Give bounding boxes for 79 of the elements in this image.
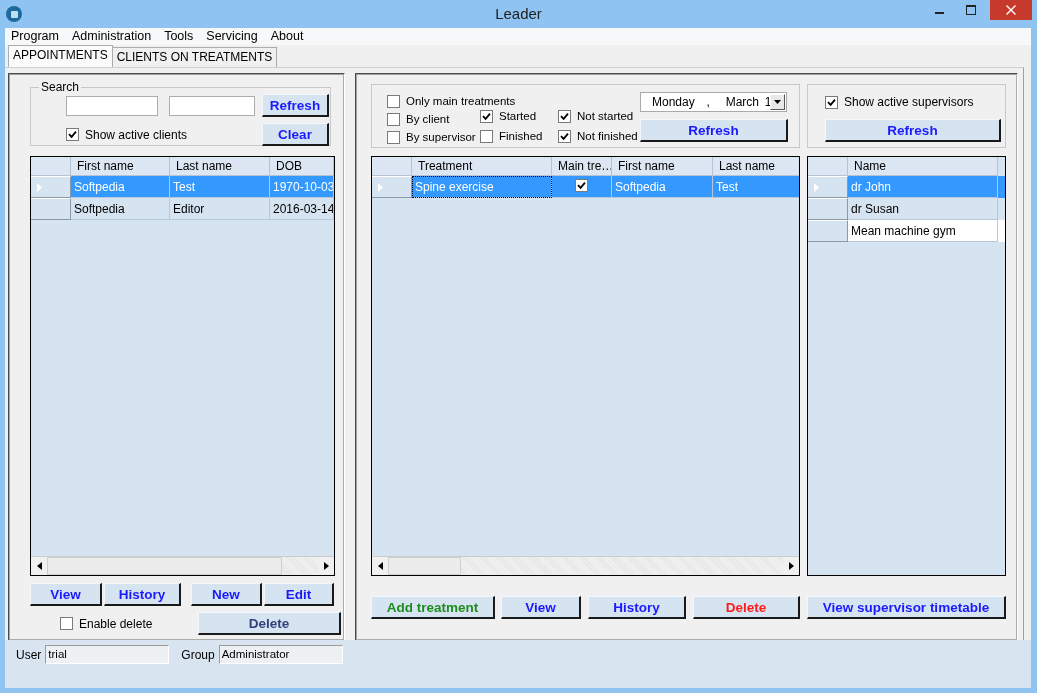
scroll-right-icon bbox=[323, 562, 329, 570]
column-header[interactable]: Treatment bbox=[412, 157, 552, 176]
date-picker[interactable]: Monday , March 1 bbox=[640, 92, 787, 112]
table-cell: Softpedia bbox=[71, 198, 170, 220]
column-header[interactable]: Main tre… bbox=[552, 157, 612, 176]
checkmark-icon bbox=[68, 130, 77, 139]
scroll-left-icon bbox=[36, 562, 42, 570]
button[interactable]: History bbox=[588, 596, 686, 619]
clear-button[interactable]: Clear bbox=[262, 123, 329, 146]
table-cell: Spine exercise bbox=[412, 176, 552, 198]
scroll-thumb[interactable] bbox=[47, 557, 282, 575]
close-button[interactable] bbox=[990, 0, 1032, 20]
row-header[interactable] bbox=[31, 176, 71, 198]
row-header[interactable] bbox=[808, 220, 848, 242]
table-row[interactable]: Mean machine gym bbox=[808, 220, 1005, 242]
button[interactable]: View supervisor timetable bbox=[807, 596, 1006, 619]
group-label: Search bbox=[39, 80, 82, 94]
checkbox[interactable]: Not finished bbox=[558, 127, 638, 145]
refresh-button[interactable]: Refresh bbox=[262, 94, 329, 117]
user-field: trial bbox=[45, 645, 170, 664]
app-icon bbox=[6, 6, 22, 22]
horizontal-scrollbar[interactable] bbox=[372, 556, 799, 575]
scroll-thumb[interactable] bbox=[388, 557, 461, 575]
checkbox[interactable]: Enable delete bbox=[60, 614, 153, 633]
field-label: Group bbox=[181, 647, 215, 662]
caret-icon bbox=[774, 100, 782, 104]
checkbox[interactable]: By supervisor bbox=[387, 128, 476, 146]
horizontal-scrollbar[interactable] bbox=[31, 556, 334, 575]
column-header[interactable]: Name bbox=[848, 157, 998, 176]
checkmark-icon bbox=[577, 181, 586, 190]
table-cell: Test bbox=[713, 176, 799, 198]
row-header[interactable] bbox=[31, 198, 71, 220]
tab[interactable]: APPOINTMENTS bbox=[8, 45, 113, 67]
column-header[interactable]: First name bbox=[612, 157, 713, 176]
tab[interactable]: CLIENTS ON TREATMENTS bbox=[111, 47, 278, 67]
checkbox[interactable]: By client bbox=[387, 110, 450, 128]
row-pointer-icon bbox=[814, 182, 819, 192]
refresh-button[interactable]: Refresh bbox=[825, 119, 1001, 142]
row-header[interactable] bbox=[808, 176, 848, 198]
menu-item[interactable]: Program bbox=[6, 28, 64, 45]
row-header[interactable] bbox=[808, 198, 848, 220]
checkmark-icon bbox=[827, 97, 836, 107]
dropdown-button[interactable] bbox=[770, 94, 785, 110]
button[interactable]: History bbox=[104, 583, 181, 606]
scroll-right-icon bbox=[788, 562, 794, 570]
window-title: Leader bbox=[495, 4, 542, 24]
checkbox[interactable] bbox=[575, 179, 588, 192]
checkbox[interactable]: Finished bbox=[480, 127, 543, 145]
column-header[interactable]: Last name bbox=[713, 157, 799, 176]
table-cell: Softpedia bbox=[612, 176, 713, 198]
field-label: User bbox=[16, 647, 42, 662]
search-field[interactable] bbox=[169, 95, 255, 116]
button[interactable]: View bbox=[30, 583, 102, 606]
checkbox[interactable]: Started bbox=[480, 107, 537, 125]
row-pointer-icon bbox=[378, 182, 383, 192]
group-field: Administrator bbox=[218, 645, 343, 664]
menu-item[interactable]: About bbox=[265, 28, 309, 45]
menu-item[interactable]: Administration bbox=[66, 28, 157, 45]
checkbox[interactable]: Show active clients bbox=[66, 125, 188, 144]
button[interactable]: Edit bbox=[264, 583, 334, 606]
search-field[interactable] bbox=[66, 95, 158, 116]
table-cell: Editor bbox=[170, 198, 270, 220]
menu-item[interactable]: Servicing bbox=[201, 28, 263, 45]
close-icon bbox=[1006, 5, 1016, 15]
column-header[interactable]: First name bbox=[71, 157, 170, 176]
column-header[interactable]: Last name bbox=[170, 157, 270, 176]
row-pointer-icon bbox=[37, 182, 42, 192]
table-cell: Mean machine gym bbox=[848, 220, 998, 242]
menu-item[interactable]: Tools bbox=[159, 28, 199, 45]
row-header[interactable] bbox=[372, 176, 412, 198]
checkmark-icon bbox=[482, 111, 491, 121]
checkbox[interactable]: Show active supervisors bbox=[825, 93, 1005, 111]
button[interactable]: View bbox=[501, 596, 581, 619]
scroll-left-icon bbox=[377, 562, 383, 570]
checkbox[interactable]: Not started bbox=[558, 107, 634, 125]
checkbox[interactable]: Only main treatments bbox=[387, 92, 516, 110]
button[interactable]: New bbox=[191, 583, 262, 606]
refresh-button[interactable]: Refresh bbox=[640, 119, 788, 142]
column-header[interactable]: DOB bbox=[270, 157, 334, 176]
